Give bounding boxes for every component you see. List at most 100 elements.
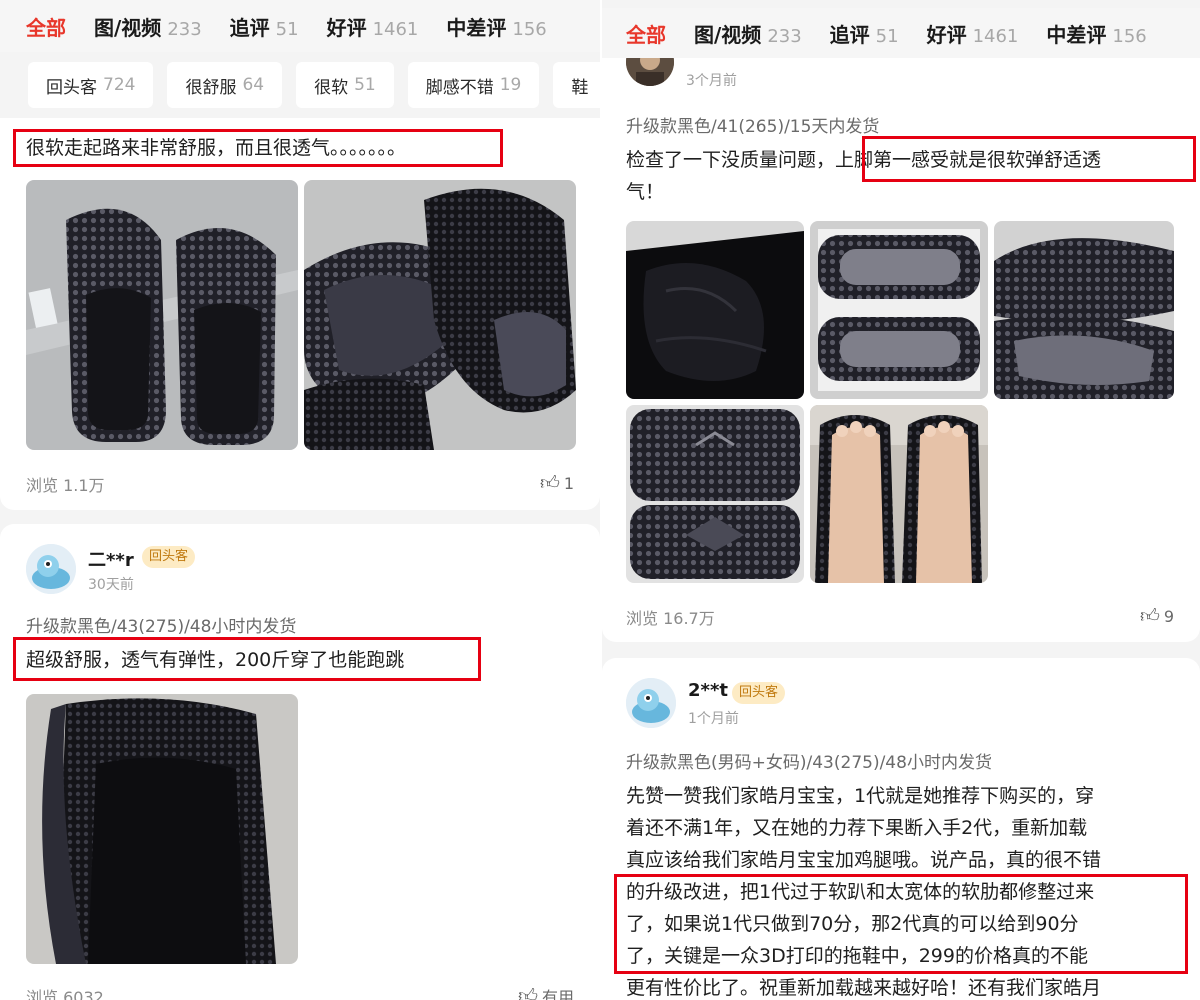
- slippers-stacked-photo: [994, 221, 1174, 399]
- tab-label: 全部: [26, 15, 66, 40]
- review-photo[interactable]: [810, 221, 988, 399]
- purchase-variant: 升级款黑色(男码+女码)/43(275)/48小时内发货: [626, 753, 992, 773]
- tab-label: 中差评: [1046, 22, 1107, 47]
- slippers-box-photo: [810, 221, 988, 399]
- slippers-photo-side: [304, 180, 576, 450]
- review-photo[interactable]: [626, 221, 804, 399]
- username: 2**t: [688, 680, 728, 701]
- review-photo[interactable]: [26, 180, 298, 450]
- review-text-end: 气！: [626, 181, 665, 203]
- chip-label: 很软: [314, 77, 349, 98]
- tab-label: 好评: [326, 15, 367, 40]
- review-time: 30天前: [88, 577, 134, 593]
- like-button[interactable]: 👍︎ 1: [540, 472, 574, 495]
- left-screenshot: 全部 图/视频 233 追评 51 好评 1461 中差评 156 回头客 724 很舒服…: [0, 0, 600, 1000]
- highlight-box: [614, 874, 1188, 974]
- purchase-variant: 升级款黑色/43(275)/48小时内发货: [26, 617, 297, 637]
- slipper-closeup-photo: [26, 694, 298, 964]
- like-count: 1: [563, 474, 574, 493]
- tab-positive[interactable]: 好评 1461: [327, 12, 419, 41]
- tab-count: 156: [512, 18, 547, 40]
- avatar[interactable]: [26, 544, 76, 594]
- review-photo[interactable]: [304, 180, 576, 450]
- tab-count: 233: [167, 18, 202, 40]
- review-card: 二**r 回头客 30天前 升级款黑色/43(275)/48小时内发货 超级舒服…: [0, 524, 600, 1000]
- review-photo[interactable]: [994, 221, 1174, 399]
- review-card: 很软走起路来非常舒服，而且很透气。。。。。。。 浏览 1.1万 👍︎ 1: [0, 118, 600, 510]
- tab-label: 追评: [229, 15, 270, 40]
- review-time: 1个月前: [688, 711, 739, 727]
- slipper-sole-photo: [626, 405, 804, 583]
- review-line: 更有性价比了。祝重新加载越来越好哈！还有我们家皓月: [626, 977, 1102, 999]
- tab-label: 好评: [926, 22, 967, 47]
- review-line: 真应该给我们家皓月宝宝加鸡腿哦。说产品，真的很不错: [626, 849, 1102, 871]
- chip-count: 51: [354, 75, 376, 95]
- review-card: 2**t 回头客 1个月前 升级款黑色(男码+女码)/43(275)/48小时内…: [602, 658, 1200, 1000]
- chip-returning-customer[interactable]: 回头客 724: [28, 62, 154, 108]
- avatar-image: [26, 544, 76, 594]
- chip-comfortable[interactable]: 很舒服 64: [167, 62, 283, 108]
- like-count: 9: [1163, 607, 1174, 626]
- review-card: 3个月前 升级款黑色/41(265)/15天内发货 检查了一下没质量问题，上脚第…: [602, 38, 1200, 642]
- chip-count: 724: [103, 75, 136, 95]
- tab-count: 233: [767, 25, 802, 47]
- view-count: 浏览 1.1万: [26, 476, 105, 495]
- highlight-box: [13, 637, 481, 681]
- review-text-start: 检查了一下没质量问题，: [626, 149, 836, 171]
- chip-soft[interactable]: 很软 51: [296, 62, 394, 108]
- tab-count: 1461: [372, 18, 419, 40]
- chip-count: 19: [499, 75, 522, 95]
- chip-good-feel[interactable]: 脚感不错 19: [407, 62, 540, 108]
- view-count: 浏览 16.7万: [626, 609, 715, 628]
- tab-media[interactable]: 图/视频 233: [94, 12, 202, 41]
- review-photo[interactable]: [26, 694, 298, 964]
- username: 二**r: [88, 550, 134, 571]
- dust-bag-photo: [626, 221, 804, 399]
- wearing-slippers-photo: [810, 405, 988, 583]
- thumbs-up-icon: 👍︎: [1139, 605, 1160, 627]
- tab-count: 156: [1112, 25, 1147, 47]
- like-button[interactable]: 👍︎ 9: [1140, 605, 1174, 628]
- review-line: 先赞一赞我们家皓月宝宝，1代就是她推荐下购买的，穿: [626, 785, 1095, 807]
- tab-label: 图/视频: [694, 22, 762, 47]
- highlight-box: [13, 129, 503, 167]
- avatar-image: [626, 678, 676, 728]
- tab-all[interactable]: 全部: [626, 19, 666, 48]
- slippers-photo-top: [26, 180, 298, 450]
- review-filter-tabs: 全部 图/视频 233 追评 51 好评 1461 中差评 156: [0, 0, 600, 52]
- thumbs-up-icon: 👍︎: [518, 984, 538, 1000]
- highlight-box: [862, 136, 1196, 182]
- tab-label: 中差评: [446, 15, 507, 40]
- keyword-chips: 回头客 724 很舒服 64 很软 51 脚感不错 19 鞋: [28, 62, 600, 110]
- chip-count: 64: [242, 75, 265, 95]
- avatar[interactable]: [626, 678, 676, 728]
- tab-positive[interactable]: 好评 1461: [927, 19, 1019, 48]
- review-time: 3个月前: [686, 73, 737, 89]
- chip-label: 脚感不错: [425, 77, 494, 98]
- review-photo[interactable]: [626, 405, 804, 583]
- tab-negative[interactable]: 中差评 156: [1046, 19, 1146, 48]
- thumbs-up-icon: 👍︎: [539, 472, 560, 494]
- chip-label: 回头客: [46, 77, 97, 98]
- like-button[interactable]: 👍︎ 有用: [518, 984, 574, 1000]
- tab-count: 1461: [972, 25, 1019, 47]
- review-line: 着还不满1年，又在她的力荐下果断入手2代，重新加载: [626, 817, 1088, 839]
- returning-customer-badge: 回头客: [142, 546, 196, 568]
- tab-negative[interactable]: 中差评 156: [446, 12, 546, 41]
- tab-label: 图/视频: [94, 15, 162, 40]
- tab-label: 全部: [626, 22, 666, 47]
- returning-customer-badge: 回头客: [732, 682, 786, 704]
- review-photo[interactable]: [810, 405, 988, 583]
- tab-all[interactable]: 全部: [26, 12, 66, 41]
- tab-count: 51: [875, 25, 899, 47]
- chip-label: 很舒服: [185, 77, 237, 98]
- purchase-variant: 升级款黑色/41(265)/15天内发货: [626, 117, 880, 137]
- chip-shoe[interactable]: 鞋: [553, 62, 600, 108]
- helpful-label: 有用: [541, 988, 574, 1000]
- tab-followup[interactable]: 追评 51: [830, 19, 899, 48]
- tab-label: 追评: [829, 22, 870, 47]
- right-screenshot: 全部 图/视频 233 追评 51 好评 1461 中差评 156 3个月前 升级款黑色…: [602, 0, 1200, 1000]
- tab-followup[interactable]: 追评 51: [230, 12, 299, 41]
- chip-label: 鞋: [571, 77, 589, 98]
- tab-media[interactable]: 图/视频 233: [694, 19, 802, 48]
